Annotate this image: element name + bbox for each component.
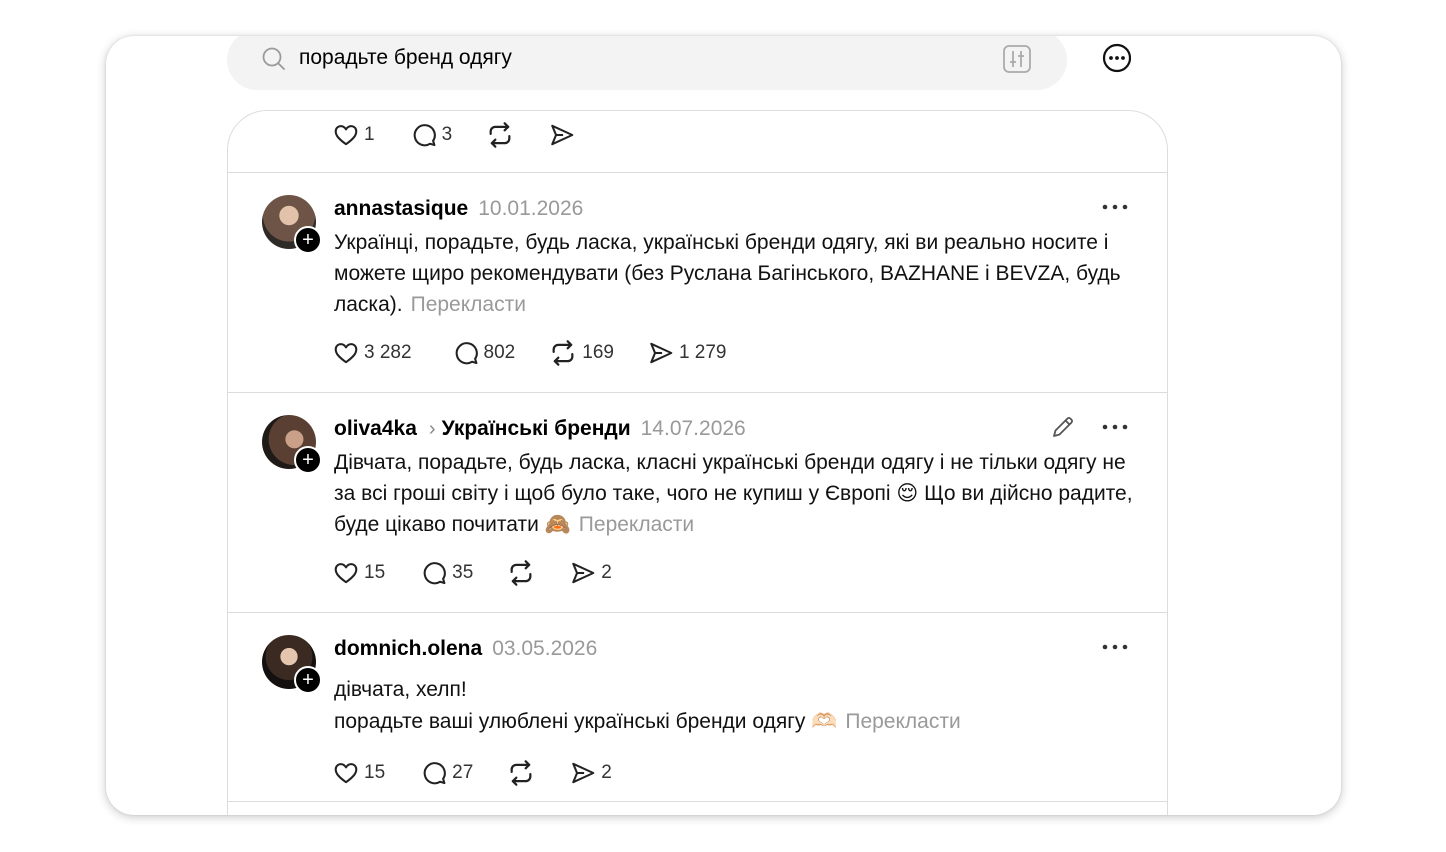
reply-button[interactable]: 3 [411, 122, 453, 148]
reply-button[interactable]: 27 [421, 760, 473, 786]
share-icon [570, 760, 596, 786]
plus-icon: + [302, 669, 314, 691]
post-header: oliva4ka › Українські бренди 14.07.2026 [334, 417, 746, 441]
translate-link[interactable]: Перекласти [845, 710, 960, 733]
post-body-line: порадьте ваші улюблені українські бренди… [334, 710, 838, 733]
share-count: 2 [601, 562, 612, 583]
share-button[interactable]: 2 [570, 560, 612, 586]
search-input[interactable] [299, 41, 979, 75]
post-item: + oliva4ka › Українські бренди 14.07.202… [228, 393, 1167, 612]
chevron-right-icon: › [428, 418, 436, 440]
translate-link[interactable]: Перекласти [579, 513, 694, 536]
repost-icon [486, 121, 514, 149]
post-item: + domnich.olena 03.05.2026 дівчата, хелп… [228, 613, 1167, 801]
like-button[interactable]: 15 [333, 560, 385, 586]
comment-icon [411, 122, 437, 148]
share-icon [570, 560, 596, 586]
like-button[interactable]: 1 [333, 122, 375, 148]
post-date: 10.01.2026 [478, 197, 584, 220]
translate-link[interactable]: Перекласти [411, 293, 526, 316]
post-actions: 15 27 2 [333, 759, 612, 787]
like-count: 1 [364, 124, 375, 145]
search-icon [262, 47, 285, 70]
post-text: дівчата, хелп! порадьте ваші улюблені ук… [334, 674, 1144, 738]
follow-button[interactable]: + [294, 666, 322, 694]
plus-icon: + [302, 449, 314, 471]
like-count: 3 282 [364, 342, 412, 363]
share-count: 2 [601, 762, 612, 783]
repost-icon [507, 559, 535, 587]
heart-icon [333, 340, 359, 366]
like-count: 15 [364, 762, 386, 783]
top-post-actions: 1 3 [333, 121, 575, 149]
heart-icon [333, 122, 359, 148]
post-body: Дівчата, порадьте, будь ласка, класні ук… [334, 451, 1133, 536]
more-dots-icon[interactable] [1102, 204, 1128, 210]
pencil-icon[interactable] [1050, 414, 1076, 440]
repost-icon [507, 759, 535, 787]
post-date: 14.07.2026 [640, 417, 746, 440]
follow-button[interactable]: + [294, 226, 322, 254]
like-count: 15 [364, 562, 386, 583]
reply-count: 35 [452, 562, 474, 583]
threads-search-window: 1 3 + annastasique 10.01.2026 [106, 36, 1341, 815]
filter-icon[interactable] [1002, 44, 1032, 74]
comment-icon [421, 560, 447, 586]
repost-button[interactable] [507, 559, 535, 587]
username[interactable]: domnich.olena [334, 637, 482, 661]
username[interactable]: annastasique [334, 197, 468, 221]
share-count: 1 279 [678, 342, 727, 363]
reply-button[interactable]: 802 [453, 340, 516, 366]
repost-button[interactable]: 169 [549, 339, 614, 367]
reply-button[interactable]: 35 [421, 560, 473, 586]
results-feed: 1 3 + annastasique 10.01.2026 Українці, … [227, 110, 1168, 815]
like-button[interactable]: 3 282 [333, 340, 412, 366]
post-actions: 3 282 802 169 1 279 [333, 339, 727, 367]
repost-icon [549, 339, 577, 367]
heart-icon [333, 560, 359, 586]
post-body-line: дівчата, хелп! [334, 678, 467, 701]
post-text: Дівчата, порадьте, будь ласка, класні ук… [334, 447, 1144, 540]
topic-tag[interactable]: Українські бренди [442, 417, 631, 441]
more-dots-icon[interactable] [1102, 424, 1128, 430]
share-button[interactable] [549, 122, 575, 148]
repost-button[interactable] [507, 759, 535, 787]
more-circle-icon[interactable] [1101, 42, 1133, 74]
share-icon [648, 340, 674, 366]
post-item: + annastasique 10.01.2026 Українці, пора… [228, 173, 1167, 392]
repost-count: 169 [582, 342, 614, 363]
share-button[interactable]: 1 279 [648, 340, 727, 366]
comment-icon [421, 760, 447, 786]
post-text: Українці, порадьте, будь ласка, українсь… [334, 227, 1144, 320]
heart-icon [333, 760, 359, 786]
search-bar [227, 36, 1067, 90]
like-button[interactable]: 15 [333, 760, 385, 786]
post-header: domnich.olena 03.05.2026 [334, 637, 597, 661]
reply-count: 3 [441, 124, 453, 145]
share-icon [549, 122, 575, 148]
username[interactable]: oliva4ka [334, 417, 417, 441]
divider [228, 801, 1167, 802]
follow-button[interactable]: + [294, 446, 322, 474]
reply-count: 802 [483, 342, 516, 363]
post-header: annastasique 10.01.2026 [334, 197, 583, 221]
reply-count: 27 [452, 762, 474, 783]
more-dots-icon[interactable] [1102, 644, 1128, 650]
comment-icon [453, 340, 479, 366]
share-button[interactable]: 2 [570, 760, 612, 786]
post-date: 03.05.2026 [492, 637, 598, 660]
post-actions: 15 35 2 [333, 559, 612, 587]
repost-button[interactable] [486, 121, 514, 149]
plus-icon: + [302, 229, 314, 251]
